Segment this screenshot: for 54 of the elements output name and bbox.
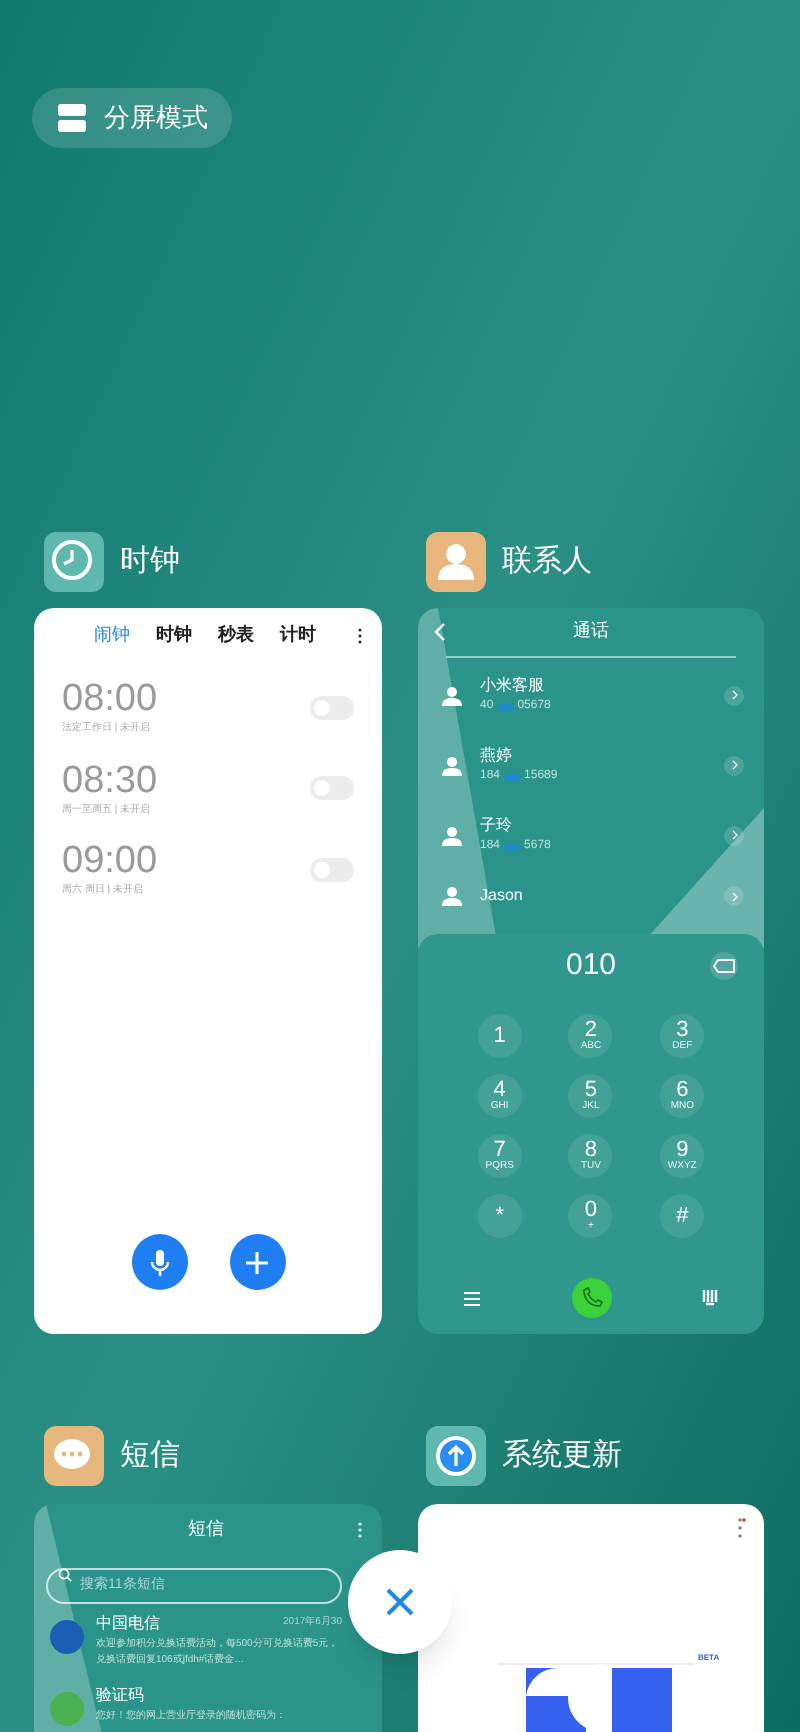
tab[interactable]: 秒表 <box>218 622 254 650</box>
app-title: 联系人 <box>502 541 592 582</box>
backspace-icon[interactable] <box>704 952 744 980</box>
plus-icon <box>246 1251 268 1273</box>
screen-title: 通话 <box>571 618 611 645</box>
dial-key[interactable]: # <box>660 1194 705 1238</box>
person-icon <box>442 685 462 705</box>
person-icon <box>442 755 462 775</box>
back-icon[interactable] <box>434 622 446 642</box>
menu-icon[interactable] <box>464 1291 480 1305</box>
detail-button[interactable] <box>724 755 744 775</box>
app-title: 系统更新 <box>502 1435 622 1476</box>
redaction-mark <box>504 773 521 781</box>
contact-name: 小米客服 <box>480 674 546 698</box>
sender-name: 中国电信 <box>96 1612 160 1636</box>
voice-button[interactable] <box>131 1234 187 1290</box>
contact-name: 子玲 <box>480 814 514 838</box>
split-screen-button[interactable]: 分屏模式 <box>32 88 232 148</box>
dialed-number: 010 <box>565 945 617 986</box>
chevron-icon <box>731 830 737 840</box>
alarm-time: 08:00 <box>62 678 160 721</box>
alarm-time: 09:00 <box>62 840 160 883</box>
redaction-mark <box>504 843 521 851</box>
app-title: 时钟 <box>120 541 180 582</box>
tab[interactable]: 计时 <box>280 622 316 650</box>
chevron-icon <box>731 760 737 770</box>
contact-name: Jason <box>480 884 525 908</box>
update-app-icon[interactable] <box>426 1426 486 1486</box>
dial-key[interactable]: 1 <box>477 1014 522 1058</box>
person-icon <box>442 886 462 906</box>
app-title: 短信 <box>120 1435 180 1476</box>
clock-app-icon[interactable] <box>44 532 104 592</box>
redaction-mark <box>497 703 514 711</box>
detail-button[interactable] <box>724 825 744 845</box>
microphone-icon <box>149 1249 169 1275</box>
add-button[interactable] <box>229 1234 285 1290</box>
alarm-time: 08:30 <box>62 759 160 803</box>
detail-button[interactable] <box>724 685 744 705</box>
screen-title: 短信 <box>186 1516 226 1543</box>
tab[interactable]: 时钟 <box>156 622 192 650</box>
dial-key[interactable]: * <box>477 1194 522 1238</box>
sender-name: 验证码 <box>96 1684 144 1708</box>
person-icon <box>442 825 462 845</box>
chevron-icon <box>731 891 737 901</box>
chevron-icon <box>731 690 737 700</box>
search-icon <box>58 1567 72 1581</box>
keypad-icon[interactable] <box>702 1290 718 1306</box>
contact-name: 燕婷 <box>480 744 514 768</box>
contacts-app-icon[interactable] <box>426 532 486 592</box>
close-icon <box>386 1588 414 1616</box>
split-screen-icon <box>56 102 88 134</box>
messages-app-icon[interactable] <box>44 1426 104 1486</box>
tab[interactable]: 闹钟 <box>94 622 130 650</box>
call-button[interactable] <box>571 1278 611 1318</box>
